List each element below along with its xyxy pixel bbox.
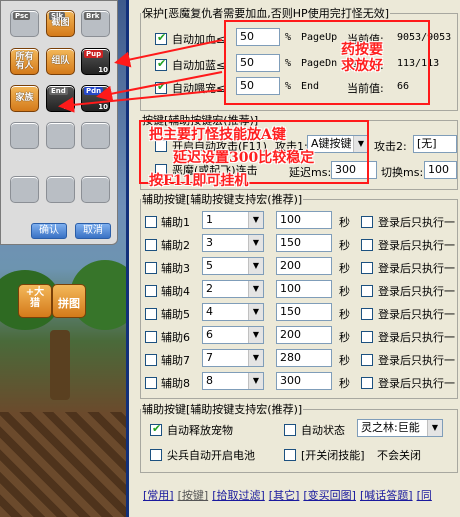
arrow-to-end [58, 89, 223, 113]
annotation-arrows [58, 39, 223, 113]
arrow-to-pup [114, 39, 223, 68]
